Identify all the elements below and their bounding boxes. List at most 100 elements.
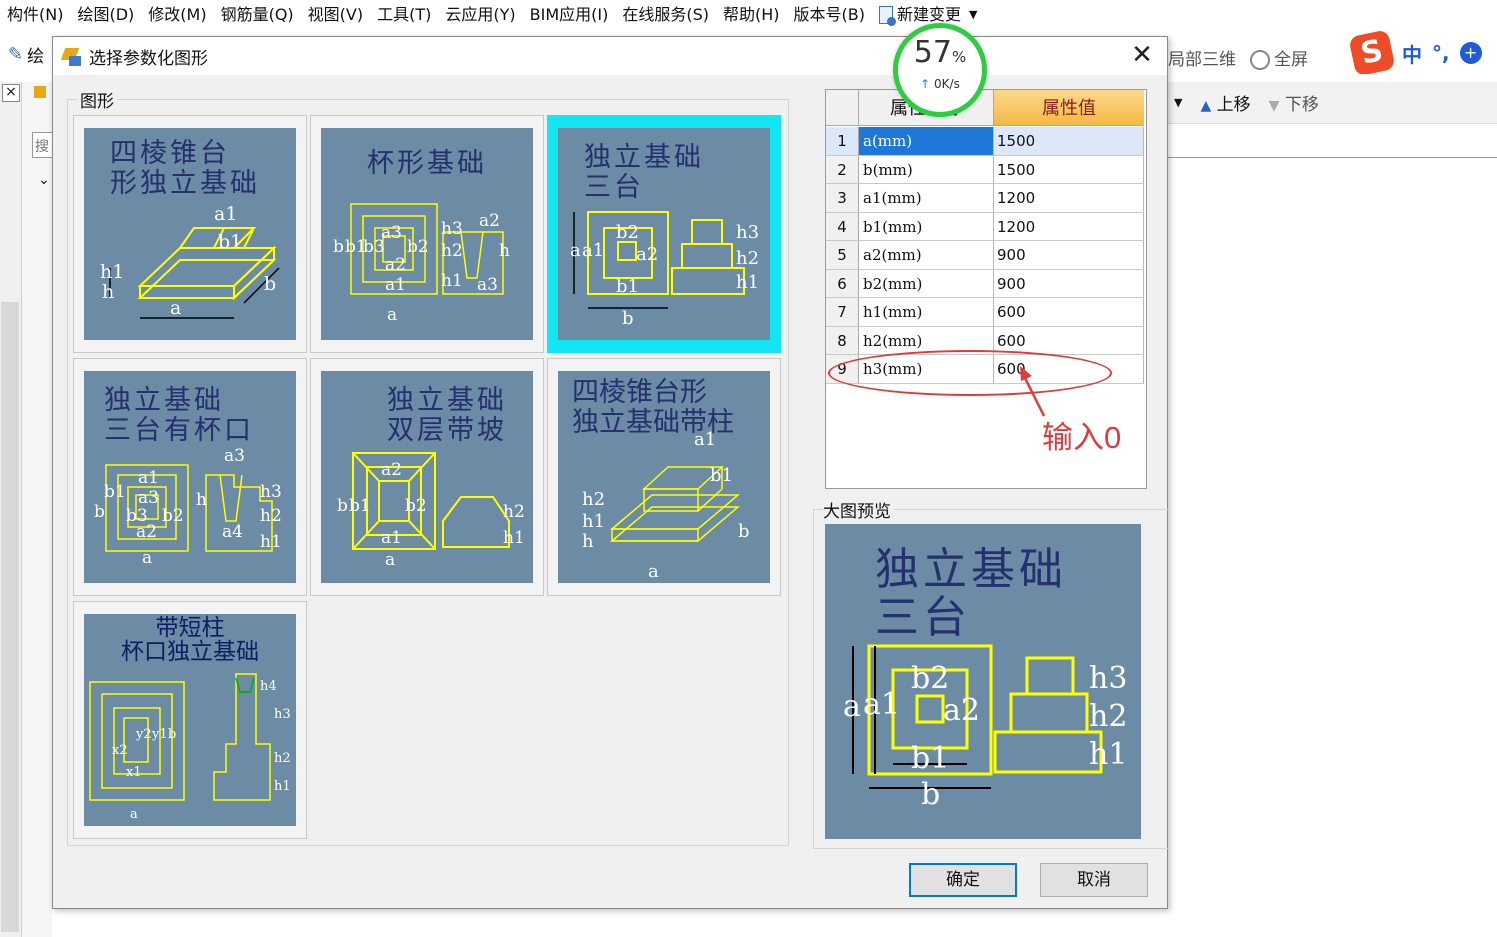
dim-label: b [337,496,348,516]
dim-label: a1 [694,429,716,450]
expand-icon[interactable]: ⌄ [38,172,50,188]
dim-label: h1 [736,272,759,293]
row-property-value[interactable]: 600 [994,298,1144,327]
dim-label: a [170,297,181,319]
double-slope-drawing: a2 b b1 b2 a1 a h2 h1 [337,452,525,570]
menu-tools[interactable]: 工具(T) [370,0,438,30]
menu-view[interactable]: 视图(V) [301,0,370,30]
dim-label: h1 [100,261,124,283]
add-icon[interactable] [34,86,46,98]
shape-thumbnail: 独立基础 双层带坡 a2 b b1 b2 a1 a h2 h1 [321,371,533,583]
row-property-name[interactable]: h1(mm) [859,298,994,327]
toolbar-partial[interactable]: ✎ 绘 [8,42,44,67]
row-property-name[interactable]: b1(mm) [859,212,994,241]
dim-label: b1 [710,465,733,486]
row-index: 6 [826,269,859,298]
shape-cell-pyramid-foundation[interactable]: 四棱锥台 形独立基础 a1 b1 h1 h a b [73,115,307,353]
menu-draw[interactable]: 绘图(D) [70,0,141,30]
fullscreen-label: 全屏 [1274,49,1308,70]
row-property-value[interactable]: 1500 [994,155,1144,184]
dim-label: a1 [214,203,237,225]
row-property-value[interactable]: 900 [994,241,1144,270]
app-icon [59,42,87,70]
table-row[interactable]: 4 b1(mm) 1200 [826,212,1146,241]
dim-label: h3 [441,219,463,239]
ime-punct[interactable]: °, [1432,41,1450,65]
cancel-button[interactable]: 取消 [1040,863,1148,897]
row-property-value[interactable]: 1500 [994,127,1144,156]
ime-lang[interactable]: 中 [1402,39,1422,68]
preview-title-line: 独立基础 [875,544,1067,595]
shape-cell-three-step-cup-foundation[interactable]: 独立基础 三台有杯口 a3 a1 b1 a3 b b3 b2 a2 a h a4… [73,358,307,596]
header-property-value[interactable]: 属性值 [994,90,1144,126]
dim-label: a2 [636,244,658,265]
dim-label: a2 [136,522,157,542]
menu-help[interactable]: 帮助(H) [716,0,787,30]
row-index: 3 [826,184,859,213]
search-input[interactable]: 搜 [32,132,54,158]
dim-label: b1 [104,482,126,502]
table-row[interactable]: 1 a(mm) 1500 [826,127,1146,156]
row-index: 1 [826,127,859,156]
table-row[interactable]: 3 a1(mm) 1200 [826,184,1146,213]
annotation-text: 输入0 [1042,420,1122,455]
row-index: 5 [826,241,859,270]
row-property-name[interactable]: a(mm) [859,127,994,156]
dim-label: b3 [363,237,385,257]
row-property-value[interactable]: 900 [994,269,1144,298]
table-row[interactable]: 2 b(mm) 1500 [826,155,1146,184]
shape-cell-three-step-foundation[interactable]: 独立基础 三台 b2 a a1 a2 b1 b h3 h2 h1 [547,115,781,353]
dim-label: b [333,237,344,257]
menu-modify[interactable]: 修改(M) [141,0,213,30]
dim-label: h2 [1089,699,1127,734]
row-property-name[interactable]: a1(mm) [859,184,994,213]
dim-label: b [264,273,276,295]
fullscreen-button[interactable]: 全屏 [1250,45,1308,70]
partial-3d-button[interactable]: 局部三维 [1168,45,1236,70]
dim-label: b2 [162,506,184,526]
menu-rebar[interactable]: 钢筋量(Q) [214,0,301,30]
move-up-button[interactable]: ▲ 上移 [1200,90,1250,115]
left-panel [22,82,52,937]
shape-cell-double-slope-foundation[interactable]: 独立基础 双层带坡 a2 b b1 b2 a1 a h2 h1 [310,358,544,596]
row-property-name[interactable]: b2(mm) [859,269,994,298]
menu-online[interactable]: 在线服务(S) [615,0,716,30]
menu-component[interactable]: 构件(N) [0,0,70,30]
network-speed-widget[interactable]: 57% ↑ 0K/s [893,23,987,117]
preview-label: 大图预览 [823,497,894,522]
ime-more-icon[interactable]: + [1459,42,1482,64]
dim-label: h [196,490,207,510]
shape-cell-short-column-cup[interactable]: 带短柱 杯口独立基础 x2 y2 y1 b x1 a h4 h3 h2 h1 [73,601,307,839]
sogou-logo-icon: S [1348,29,1396,77]
dim-label: h2 [441,241,463,261]
dim-label: a4 [222,522,243,542]
ime-toolbar[interactable]: S 中 °, + [1348,29,1497,77]
table-row[interactable]: 6 b2(mm) 900 [826,269,1146,298]
menu-cloud[interactable]: 云应用(Y) [438,0,522,30]
row-property-name[interactable]: b(mm) [859,155,994,184]
dim-label: b2 [407,237,429,257]
table-row[interactable]: 7 h1(mm) 600 [826,298,1146,327]
row-property-value[interactable]: 1200 [994,212,1144,241]
ok-button[interactable]: 确定 [909,863,1017,897]
row-property-name[interactable]: a2(mm) [859,241,994,270]
right-panel [1168,74,1497,937]
close-icon[interactable]: × [2,84,20,102]
annotation-ellipse [828,350,1112,396]
menu-version[interactable]: 版本号(B) [787,0,872,30]
dropdown-caret-icon[interactable]: ▼ [1174,96,1182,109]
dialog-titlebar: 选择参数化图形 ✕ [53,37,1167,75]
move-down-button[interactable]: ▼ 下移 [1269,90,1319,115]
menu-bar: 构件(N) 绘图(D) 修改(M) 钢筋量(Q) 视图(V) 工具(T) 云应用… [0,0,1497,30]
row-property-value[interactable]: 1200 [994,184,1144,213]
menu-bim[interactable]: BIM应用(I) [523,0,616,30]
shape-thumbnail: 杯形基础 a2 a3 b b1 b3 b2 a2 a1 h3 h2 h1 h a… [321,128,533,340]
close-button[interactable]: ✕ [1129,42,1155,69]
dim-label: a3 [138,488,159,508]
scrollbar[interactable] [1,302,19,932]
dim-label: h2 [274,751,291,766]
shape-cell-pyramid-with-column[interactable]: 四棱锥台形 独立基础带柱 a1 b1 h2 h1 h b a [547,358,781,596]
annotation-arrow-icon [1020,366,1046,417]
table-row[interactable]: 5 a2(mm) 900 [826,241,1146,270]
shape-cell-cup-foundation[interactable]: 杯形基础 a2 a3 b b1 b3 b2 a2 a1 h3 h2 h1 h a… [310,115,544,353]
